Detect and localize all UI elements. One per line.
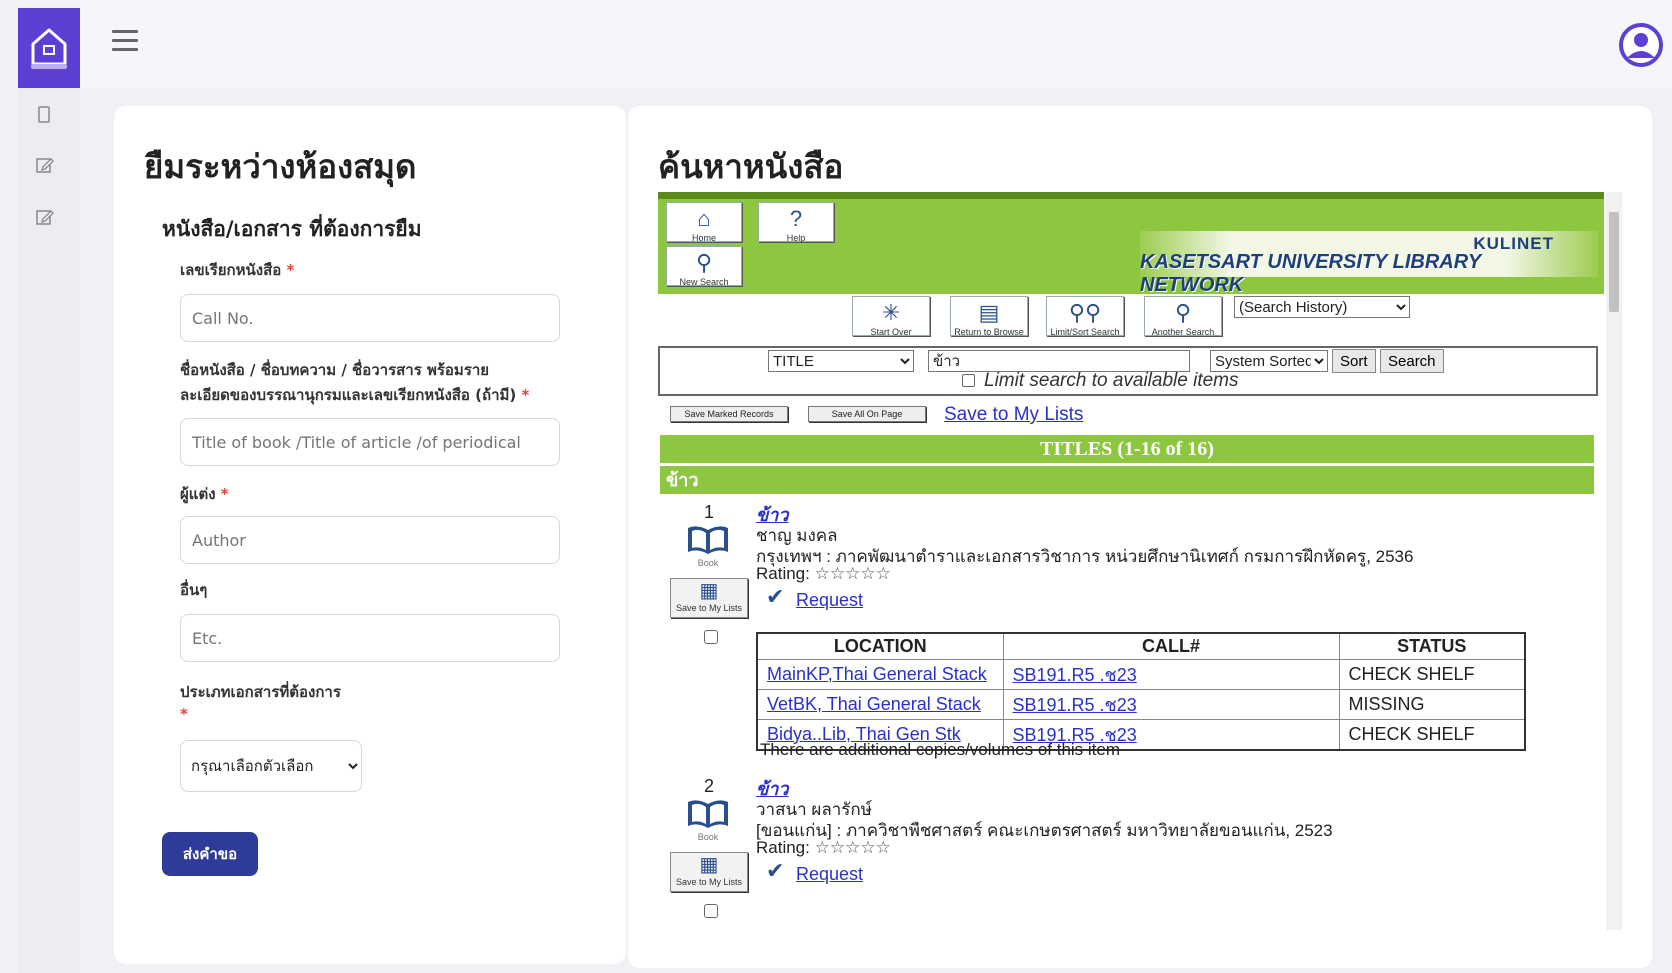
return-browse-button[interactable]: ▤ Return to Browse: [950, 296, 1028, 337]
rating-stars[interactable]: ☆☆☆☆☆: [815, 564, 891, 583]
search-history-select[interactable]: (Search History): [1234, 296, 1410, 318]
keyword-bar: ข้าว: [660, 466, 1594, 494]
star-icon: ✳: [881, 300, 901, 325]
call-no-input[interactable]: [180, 294, 560, 342]
opac-scrollbar[interactable]: [1606, 192, 1622, 930]
opac-header: ⌂ Home ? Help ⚲ New Search KULINET KASETSAR…: [658, 192, 1604, 296]
kulinet-banner: KULINET KASETSART UNIVERSITY LIBRARY NET…: [1140, 231, 1598, 296]
search-index-select[interactable]: TITLE: [768, 350, 914, 372]
record-rating: Rating: ☆☆☆☆☆: [756, 838, 891, 857]
page-title: ยืมระหว่างห้องสมุด: [144, 147, 417, 186]
save-to-lists-button[interactable]: ▦ Save to My Lists: [670, 578, 748, 618]
save-marked-button[interactable]: Save Marked Records: [670, 406, 788, 422]
call-number-link[interactable]: SB191.R5 .ช23: [1013, 665, 1137, 685]
home-button[interactable]: ⌂ Home: [666, 202, 742, 243]
magnifier-icon: ⚲: [1174, 300, 1192, 325]
request-link[interactable]: Request: [796, 590, 863, 611]
submit-button[interactable]: ส่งคำขอ: [162, 832, 258, 876]
record-number: 2: [704, 776, 715, 796]
sort-select[interactable]: System Sorted: [1210, 350, 1328, 372]
university-name: KASETSART UNIVERSITY LIBRARY NETWORK: [1140, 251, 1481, 296]
holdings-header: LOCATION: [756, 632, 1004, 660]
etc-input[interactable]: [180, 614, 560, 662]
edit-icon[interactable]: [36, 156, 56, 176]
edit-icon[interactable]: [36, 208, 56, 228]
holdings-row: MainKP,Thai General Stack SB191.R5 .ช23 CH…: [756, 658, 1526, 690]
location-link[interactable]: VetBK, Thai General Stack: [767, 694, 981, 714]
search-button[interactable]: Search: [1380, 349, 1444, 373]
etc-label: อื่นๆ: [180, 581, 208, 599]
holdings-header: CALL#: [1002, 632, 1340, 660]
holdings-row: VetBK, Thai General Stack SB191.R5 .ช23 MI…: [756, 688, 1526, 720]
additional-copies-note: There are additional copies/volumes of t…: [760, 740, 1121, 759]
limit-sort-button[interactable]: ⚲⚲ Limit/Sort Search: [1046, 296, 1124, 337]
search-term-input[interactable]: [928, 350, 1190, 372]
rating-stars[interactable]: ☆☆☆☆☆: [815, 838, 891, 857]
request-check-icon: ✔: [766, 584, 785, 609]
required-mark: *: [180, 705, 188, 723]
save-to-lists-button[interactable]: ▦ Save to My Lists: [670, 852, 748, 892]
book-icon: Book: [684, 796, 732, 844]
opac-frame: ⌂ Home ? Help ⚲ New Search KULINET KASETSAR…: [656, 192, 1624, 930]
limit-label: Limit search to available items: [984, 370, 1239, 391]
title-input[interactable]: [180, 418, 560, 466]
search-bar: TITLE System Sorted Sort Search Limit se…: [658, 346, 1598, 396]
author-label: ผู้แต่ง *: [180, 485, 229, 503]
request-check-icon: ✔: [766, 858, 785, 883]
save-all-button[interactable]: Save All On Page: [808, 406, 926, 422]
result-record: 2 Book ▦ Save to My Lists ข้าว วาสนา ผลาร…: [656, 776, 1596, 930]
menu-icon[interactable]: [112, 30, 138, 54]
record-checkbox[interactable]: [704, 630, 718, 644]
save-to-lists-link[interactable]: Save to My Lists: [944, 404, 1083, 426]
call-no-label: เลขเรียกหนังสือ *: [180, 261, 295, 279]
limit-checkbox[interactable]: [962, 374, 975, 387]
doc-type-label: ประเภทเอกสารที่ต้องการ: [180, 683, 341, 701]
location-link[interactable]: MainKP,Thai General Stack: [767, 664, 987, 684]
user-avatar-icon[interactable]: [1618, 22, 1664, 68]
start-over-button[interactable]: ✳ Start Over: [852, 296, 930, 337]
record-rating: Rating: ☆☆☆☆☆: [756, 564, 891, 583]
title-label: ชื่อหนังสือ / ชื่อบทความ / ชื่อวารสาร พร…: [180, 361, 530, 404]
request-link[interactable]: Request: [796, 864, 863, 885]
sort-button[interactable]: Sort: [1332, 349, 1376, 373]
search-title: ค้นหาหนังสือ: [658, 147, 844, 186]
record-number: 1: [704, 502, 715, 522]
house-icon: ⌂: [697, 206, 711, 231]
holdings-header: STATUS: [1338, 632, 1526, 660]
help-icon: ?: [789, 206, 803, 231]
binoculars-icon: ⚲⚲: [1068, 300, 1102, 325]
status-cell: CHECK SHELF: [1338, 658, 1526, 690]
holdings-table: LOCATION CALL# STATUS MainKP,Thai General …: [756, 632, 1526, 751]
titles-count-bar: TITLES (1-16 of 16): [660, 435, 1594, 463]
call-number-link[interactable]: SB191.R5 .ช23: [1013, 695, 1137, 715]
new-search-button[interactable]: ⚲ New Search: [666, 246, 742, 287]
scrollbar-thumb[interactable]: [1609, 212, 1619, 312]
author-input[interactable]: [180, 516, 560, 564]
list-icon: ▤: [978, 300, 1000, 325]
another-search-button[interactable]: ⚲ Another Search: [1144, 296, 1222, 337]
status-cell: MISSING: [1338, 688, 1526, 720]
home-icon[interactable]: [18, 8, 80, 88]
side-rail: [18, 8, 80, 973]
book-icon: Book: [684, 522, 732, 570]
record-checkbox[interactable]: [704, 904, 718, 918]
top-bar: [80, 0, 1672, 88]
new-search-icon: ⚲: [695, 250, 713, 275]
form-subtitle: หนังสือ/เอกสาร ที่ต้องการยืม: [162, 217, 422, 241]
help-button[interactable]: ? Help: [758, 202, 834, 243]
doc-type-select[interactable]: กรุณาเลือกตัวเลือก: [180, 740, 362, 792]
book-icon[interactable]: [36, 106, 56, 126]
status-cell: CHECK SHELF: [1338, 718, 1526, 750]
